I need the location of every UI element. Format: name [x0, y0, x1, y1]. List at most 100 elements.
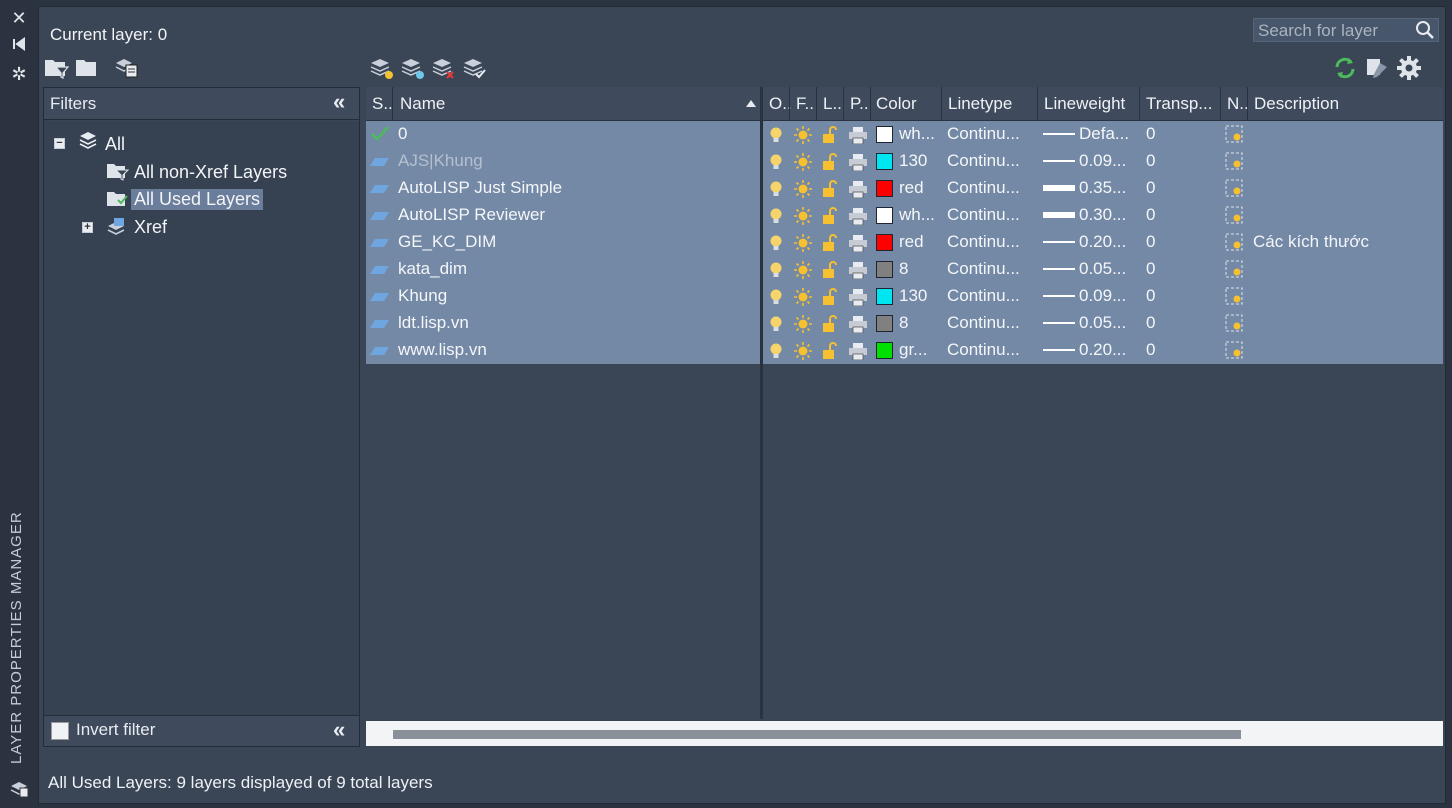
plot-icon[interactable]	[848, 181, 868, 198]
col-linetype[interactable]: Linetype	[948, 94, 1012, 114]
color-swatch[interactable]	[876, 180, 893, 197]
layer-name[interactable]: AJS|Khung	[398, 151, 483, 171]
sun-thaw-icon[interactable]	[794, 288, 812, 306]
tree-node-all[interactable]: All	[105, 134, 125, 155]
new-vp-freeze-icon[interactable]	[1225, 125, 1245, 145]
modify-display-icon[interactable]	[1364, 55, 1390, 81]
sun-thaw-icon[interactable]	[794, 234, 812, 252]
collapse-all-icon[interactable]: −	[54, 138, 65, 149]
col-lineweight[interactable]: Lineweight	[1044, 94, 1125, 114]
table-row[interactable]: AutoLISP Just Simple	[366, 175, 760, 202]
unlock-icon[interactable]	[822, 126, 838, 144]
refresh-icon[interactable]	[1332, 55, 1358, 81]
layer-name[interactable]: kata_dim	[398, 259, 467, 279]
color-name[interactable]: wh...	[899, 124, 935, 144]
transparency[interactable]: 0	[1146, 286, 1155, 306]
linetype[interactable]: Continu...	[947, 124, 1020, 144]
unlock-icon[interactable]	[822, 342, 838, 360]
linetype[interactable]: Continu...	[947, 232, 1020, 252]
unlock-icon[interactable]	[822, 288, 838, 306]
linetype[interactable]: Continu...	[947, 151, 1020, 171]
transparency[interactable]: 0	[1146, 124, 1155, 144]
sun-thaw-icon[interactable]	[794, 180, 812, 198]
linetype[interactable]: Continu...	[947, 205, 1020, 225]
lineweight[interactable]: 0.20...	[1079, 232, 1126, 252]
plot-icon[interactable]	[848, 235, 868, 252]
plot-icon[interactable]	[848, 262, 868, 279]
table-row[interactable]: www.lisp.vn	[366, 337, 760, 364]
lineweight[interactable]: 0.20...	[1079, 340, 1126, 360]
col-freeze[interactable]: F..	[796, 94, 814, 114]
table-row[interactable]: wh... Continu... 0.30... 0	[763, 202, 1443, 229]
color-name[interactable]: 130	[899, 286, 927, 306]
linetype[interactable]: Continu...	[947, 313, 1020, 333]
plot-icon[interactable]	[848, 208, 868, 225]
plot-icon[interactable]	[848, 316, 868, 333]
color-swatch[interactable]	[876, 207, 893, 224]
search-icon[interactable]	[1414, 19, 1436, 41]
color-name[interactable]: red	[899, 232, 924, 252]
collapse-filters-icon[interactable]: «	[333, 91, 353, 113]
linetype[interactable]: Continu...	[947, 286, 1020, 306]
new-property-filter-icon[interactable]	[44, 55, 70, 81]
color-name[interactable]: gr...	[899, 340, 927, 360]
tree-node-all-non-xref-layers[interactable]: All non-Xref Layers	[134, 162, 287, 183]
new-layer-vp-frozen-icon[interactable]	[400, 55, 426, 81]
color-swatch[interactable]	[876, 315, 893, 332]
sun-thaw-icon[interactable]	[794, 126, 812, 144]
color-name[interactable]: 8	[899, 313, 908, 333]
sun-thaw-icon[interactable]	[794, 153, 812, 171]
bulb-on-icon[interactable]	[769, 261, 783, 279]
transparency[interactable]: 0	[1146, 232, 1155, 252]
bulb-on-icon[interactable]	[769, 234, 783, 252]
plot-icon[interactable]	[848, 154, 868, 171]
table-row[interactable]: GE_KC_DIM	[366, 229, 760, 256]
unlock-icon[interactable]	[822, 180, 838, 198]
lineweight[interactable]: 0.05...	[1079, 313, 1126, 333]
layer-name[interactable]: 0	[398, 124, 407, 144]
table-row[interactable]: 8 Continu... 0.05... 0	[763, 310, 1443, 337]
transparency[interactable]: 0	[1146, 259, 1155, 279]
invert-filter-checkbox[interactable]	[51, 722, 69, 740]
table-row[interactable]: red Continu... 0.35... 0	[763, 175, 1443, 202]
new-vp-freeze-icon[interactable]	[1225, 179, 1245, 199]
bulb-on-icon[interactable]	[769, 153, 783, 171]
table-row[interactable]: red Continu... 0.20... 0 Các kích thước	[763, 229, 1443, 256]
color-name[interactable]: 8	[899, 259, 908, 279]
unlock-icon[interactable]	[822, 234, 838, 252]
settings-icon[interactable]	[1395, 54, 1421, 80]
new-vp-freeze-icon[interactable]	[1225, 287, 1245, 307]
color-swatch[interactable]	[876, 288, 893, 305]
new-vp-freeze-icon[interactable]	[1225, 233, 1245, 253]
bulb-on-icon[interactable]	[769, 288, 783, 306]
table-row[interactable]: 8 Continu... 0.05... 0	[763, 256, 1443, 283]
table-row[interactable]: gr... Continu... 0.20... 0	[763, 337, 1443, 364]
table-row[interactable]: ldt.lisp.vn	[366, 310, 760, 337]
lineweight[interactable]: 0.30...	[1079, 205, 1126, 225]
scrollbar-thumb[interactable]	[393, 730, 1241, 739]
bulb-on-icon[interactable]	[769, 180, 783, 198]
table-row[interactable]: 130 Continu... 0.09... 0	[763, 283, 1443, 310]
sun-thaw-icon[interactable]	[794, 315, 812, 333]
color-name[interactable]: red	[899, 178, 924, 198]
new-vp-freeze-icon[interactable]	[1225, 206, 1245, 226]
unlock-icon[interactable]	[822, 153, 838, 171]
delete-layer-icon[interactable]	[431, 55, 457, 81]
expand-xref-icon[interactable]: +	[82, 222, 93, 233]
layer-name[interactable]: AutoLISP Reviewer	[398, 205, 545, 225]
plot-icon[interactable]	[848, 127, 868, 144]
new-layer-icon[interactable]	[369, 55, 395, 81]
transparency[interactable]: 0	[1146, 151, 1155, 171]
tree-node-xref[interactable]: Xref	[134, 217, 167, 238]
col-color[interactable]: Color	[876, 94, 917, 114]
col-new-vp-freeze[interactable]: N..	[1227, 94, 1249, 114]
bulb-on-icon[interactable]	[769, 207, 783, 225]
transparency[interactable]: 0	[1146, 178, 1155, 198]
plot-icon[interactable]	[848, 343, 868, 360]
col-description[interactable]: Description	[1254, 94, 1339, 114]
table-row[interactable]: kata_dim	[366, 256, 760, 283]
transparency[interactable]: 0	[1146, 313, 1155, 333]
tree-node-all-used-layers[interactable]: All Used Layers	[131, 189, 264, 210]
bulb-on-icon[interactable]	[769, 126, 783, 144]
layer-name[interactable]: ldt.lisp.vn	[398, 313, 469, 333]
